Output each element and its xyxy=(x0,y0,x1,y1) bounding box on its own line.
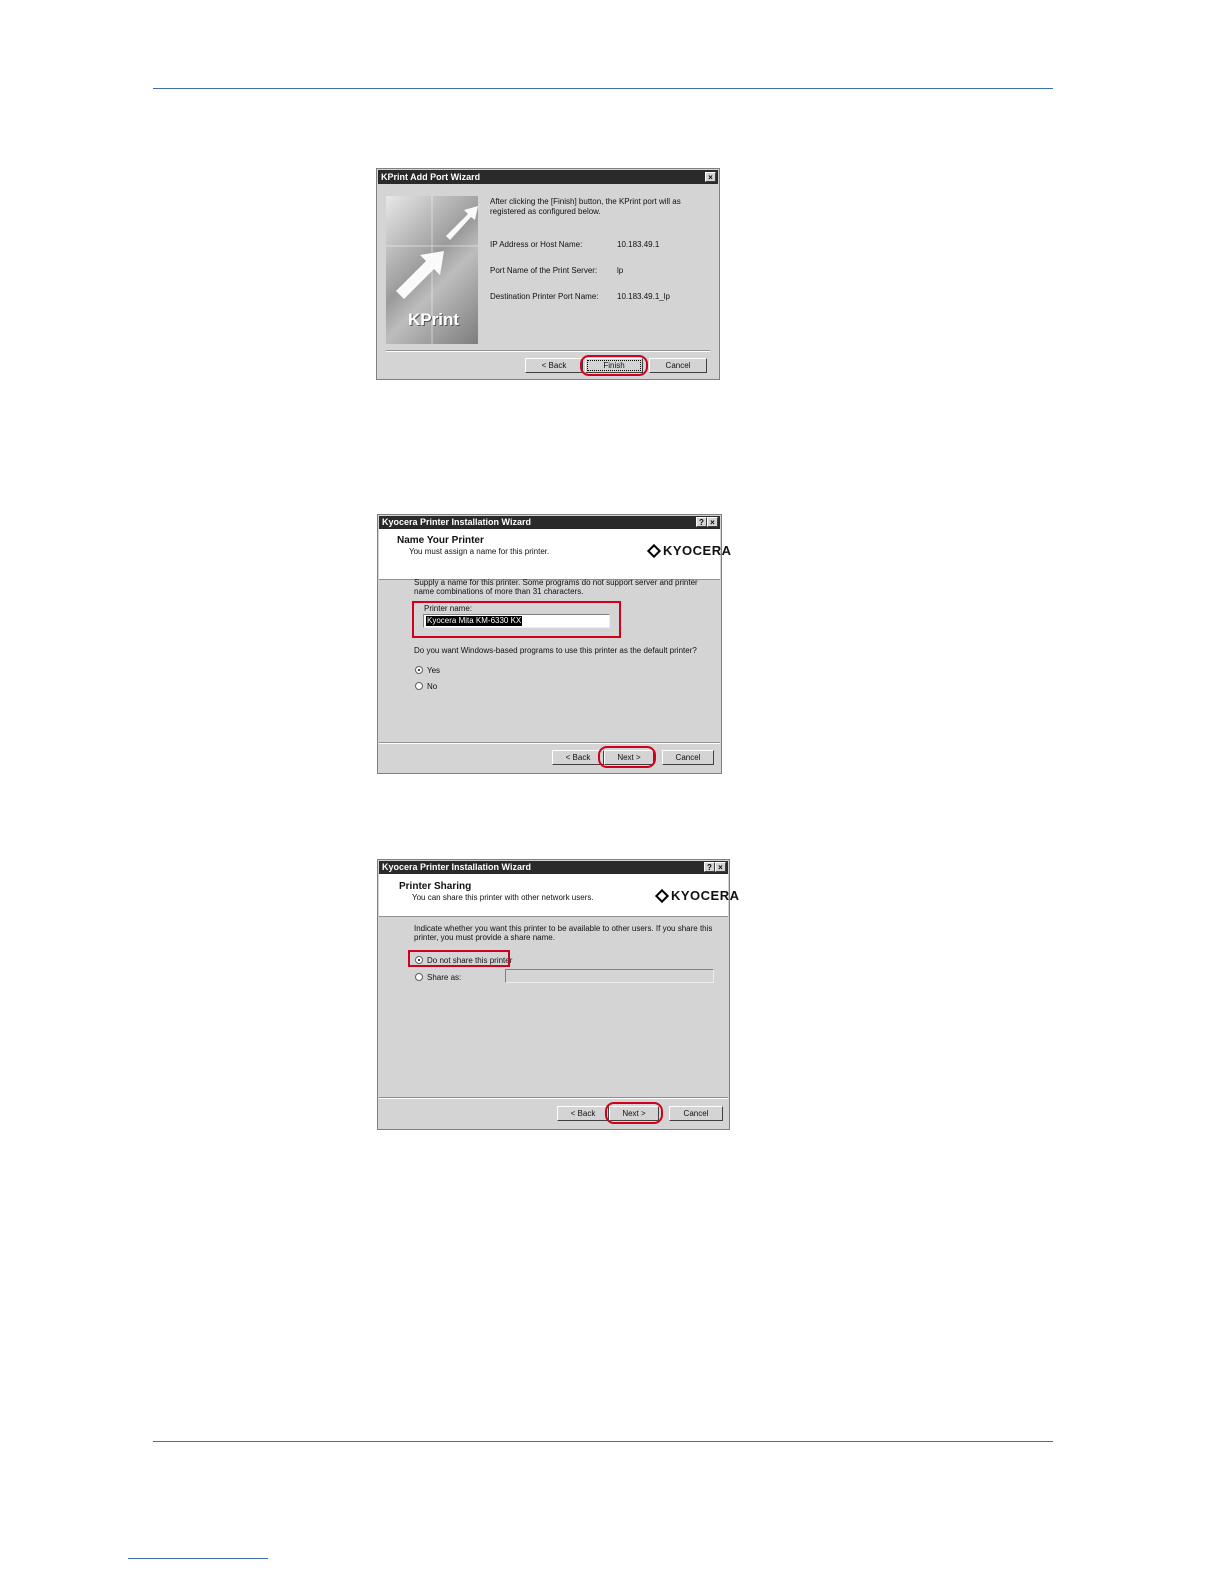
sharing-subheading: You can share this printer with other ne… xyxy=(412,893,594,902)
no-label: No xyxy=(427,682,438,691)
back-button[interactable]: < Back xyxy=(552,750,604,765)
kprint-intro: After clicking the [Finish] button, the … xyxy=(490,197,681,216)
back-button[interactable]: < Back xyxy=(525,358,583,373)
finish-highlight xyxy=(580,355,648,376)
kyocera-logo-icon xyxy=(646,543,662,559)
name-printer-heading: Name Your Printer xyxy=(397,535,484,546)
ip-address-label: IP Address or Host Name: xyxy=(490,240,583,249)
cancel-button[interactable]: Cancel xyxy=(649,358,707,373)
sharing-title: Kyocera Printer Installation Wizard xyxy=(382,862,531,872)
kprint-title-bar: KPrint Add Port Wizard × xyxy=(378,170,718,184)
kprint-add-port-wizard: KPrint Add Port Wizard × KPrint After cl… xyxy=(376,168,720,380)
yes-label: Yes xyxy=(427,666,441,675)
do-not-share-highlight xyxy=(408,950,510,967)
share-name-input[interactable] xyxy=(505,969,714,983)
sharing-heading: Printer Sharing xyxy=(399,881,472,892)
kyocera-brand: KYOCERA xyxy=(671,888,740,903)
name-printer-separator xyxy=(379,742,720,744)
kprint-logo-text: KPrint xyxy=(408,310,459,329)
close-icon[interactable]: × xyxy=(715,862,726,872)
next-highlight xyxy=(598,746,656,768)
help-icon[interactable]: ? xyxy=(704,862,715,872)
sharing-title-bar: Kyocera Printer Installation Wizard ? × xyxy=(379,861,728,874)
sharing-separator xyxy=(379,1097,728,1099)
port-name-label: Port Name of the Print Server: xyxy=(490,266,598,275)
name-printer-header: Name Your Printer You must assign a name… xyxy=(379,529,731,580)
share-as-label: Share as: xyxy=(427,973,462,982)
kprint-title: KPrint Add Port Wizard xyxy=(381,172,481,182)
kyocera-logo: KYOCERA xyxy=(646,543,732,559)
cancel-button[interactable]: Cancel xyxy=(662,750,714,765)
share-as-radio[interactable] xyxy=(415,973,423,981)
sharing-instructions: Indicate whether you want this printer t… xyxy=(414,924,713,942)
default-printer-question: Do you want Windows-based programs to us… xyxy=(414,646,697,655)
name-printer-subheading: You must assign a name for this printer. xyxy=(409,547,550,556)
kprint-separator xyxy=(386,350,710,352)
footnote-rule xyxy=(128,1558,268,1559)
sharing-header: Printer Sharing You can share this print… xyxy=(379,874,739,917)
footer-rule xyxy=(153,1441,1053,1442)
header-rule xyxy=(153,88,1053,89)
kyocera-logo: KYOCERA xyxy=(654,888,740,904)
yes-radio[interactable] xyxy=(415,666,423,674)
no-radio[interactable] xyxy=(415,682,423,690)
kprint-banner-image: KPrint xyxy=(386,196,478,344)
cancel-button[interactable]: Cancel xyxy=(669,1106,723,1121)
close-icon[interactable]: × xyxy=(705,172,716,182)
kyocera-logo-icon xyxy=(654,888,670,904)
destination-port-value: 10.183.49.1_lp xyxy=(617,292,670,301)
help-icon[interactable]: ? xyxy=(696,517,707,527)
port-name-value: lp xyxy=(617,266,624,275)
name-printer-title: Kyocera Printer Installation Wizard xyxy=(382,517,531,527)
name-printer-title-bar: Kyocera Printer Installation Wizard ? × xyxy=(379,516,720,529)
kyocera-brand: KYOCERA xyxy=(663,543,732,558)
name-printer-instructions: Supply a name for this printer. Some pro… xyxy=(414,578,698,596)
destination-port-label: Destination Printer Port Name: xyxy=(490,292,599,301)
back-button[interactable]: < Back xyxy=(557,1106,609,1121)
printer-name-highlight xyxy=(412,601,621,638)
printer-sharing-wizard: Kyocera Printer Installation Wizard ? × … xyxy=(377,859,739,1130)
ip-address-value: 10.183.49.1 xyxy=(617,240,660,249)
close-icon[interactable]: × xyxy=(707,517,718,527)
next-highlight xyxy=(605,1102,663,1124)
name-printer-wizard: Kyocera Printer Installation Wizard ? × … xyxy=(377,514,731,774)
